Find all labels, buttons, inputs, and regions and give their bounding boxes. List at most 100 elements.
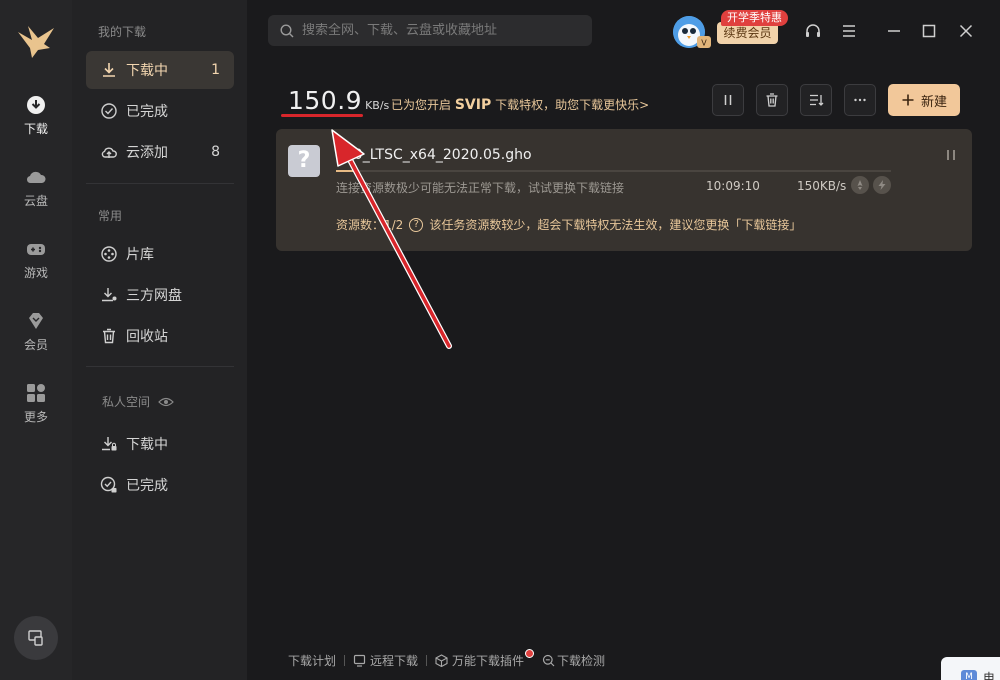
help-icon[interactable]: ? <box>409 217 424 232</box>
sidebar-item-private-completed[interactable]: 已完成 <box>86 466 234 504</box>
search-icon <box>280 23 294 37</box>
rail-item-download[interactable]: 下载 <box>0 94 72 150</box>
cloud-upload-icon <box>101 147 117 158</box>
corner-text: 电 <box>983 671 996 680</box>
gamepad-icon <box>27 244 45 255</box>
sort-button[interactable] <box>800 84 832 116</box>
private-download-icon <box>102 437 117 451</box>
rail-label: 游戏 <box>23 266 48 280</box>
grid-icon <box>27 384 45 402</box>
divider <box>426 655 428 666</box>
downloading-count: 1 <box>211 62 220 78</box>
universal-plugin-link[interactable]: 万能下载插件 <box>435 649 535 669</box>
sort-icon <box>810 94 824 106</box>
resource-count: 资源数：1/2 <box>336 218 404 232</box>
cloud-add-count: 8 <box>211 144 220 160</box>
accelerate-badge[interactable] <box>851 176 869 194</box>
sidebar-item-label: 已完成 <box>126 104 168 120</box>
section-title-private-label: 私人空间 <box>102 395 151 409</box>
sidebar-item-downloading[interactable]: 下载中 1 <box>86 51 234 89</box>
task-resource-info: 资源数：1/2 ? 该任务资源数较少，超会下载特权无法生效，建议您更换「下载链接… <box>336 216 801 233</box>
remote-download-link[interactable]: 远程下载 <box>353 652 418 669</box>
menu-icon[interactable] <box>840 22 858 40</box>
sidebar-item-library[interactable]: 片库 <box>86 235 234 273</box>
task-progress-bar <box>336 170 891 172</box>
download-plan-link[interactable]: 下载计划 <box>288 652 336 669</box>
close-icon[interactable] <box>957 22 975 40</box>
rail-label: 会员 <box>23 338 48 352</box>
pause-all-button[interactable] <box>712 84 744 116</box>
sidebar: 我的下载 下载中 1 已完成 云添加 8 常用 片库 三方网盘 回收站 私人空间… <box>72 0 248 680</box>
task-status-text: 连接资源数极少可能无法正常下载，试试更换下载链接 <box>336 181 625 195</box>
eye-icon[interactable] <box>158 396 174 408</box>
rail-item-cloud[interactable]: 云盘 <box>0 166 72 222</box>
device-switch-button[interactable] <box>14 616 58 660</box>
corner-app-icon: M <box>961 670 977 680</box>
section-title-common: 常用 <box>98 209 123 223</box>
disk-download-icon <box>102 288 117 302</box>
svip-msg-prefix: 已为您开启 <box>391 98 452 112</box>
rail-label: 云盘 <box>23 194 48 208</box>
universal-plugin-label: 万能下载插件 <box>452 654 525 668</box>
divider <box>344 655 346 666</box>
rail-label: 下载 <box>23 122 48 136</box>
sidebar-item-label: 下载中 <box>126 63 168 79</box>
task-file-name: n10_LTSC_x64_2020.05.gho <box>336 147 532 163</box>
trash-icon <box>103 328 115 344</box>
divider <box>86 366 234 367</box>
sidebar-item-label: 回收站 <box>126 329 168 345</box>
headset-icon[interactable] <box>804 22 822 40</box>
rocket-icon <box>857 180 863 190</box>
cloud-icon <box>26 171 46 184</box>
rail-item-more[interactable]: 更多 <box>0 382 72 438</box>
corner-notification[interactable]: M 电 <box>941 657 1000 680</box>
remote-icon <box>353 654 366 667</box>
trash-icon <box>766 93 778 107</box>
svip-msg-suffix: 下载特权，助您下载更快乐> <box>495 98 650 112</box>
sidebar-item-recycle-bin[interactable]: 回收站 <box>86 317 234 355</box>
speed-unit: KB/s <box>365 99 390 112</box>
sidebar-item-private-downloading[interactable]: 下载中 <box>86 425 234 463</box>
section-title-downloads: 我的下载 <box>98 25 147 39</box>
promo-tag: 开学季特惠 <box>721 10 788 26</box>
rail-item-games[interactable]: 游戏 <box>0 238 72 294</box>
footer-bar: 下载计划 远程下载 万能下载插件 下载检测 <box>288 649 605 669</box>
app-logo-icon <box>18 26 54 58</box>
task-pause-icon[interactable] <box>944 147 958 163</box>
ellipsis-icon <box>854 98 866 102</box>
download-check-link[interactable]: 下载检测 <box>542 652 605 669</box>
sidebar-item-label: 下载中 <box>126 437 168 453</box>
download-arrow-icon <box>103 63 115 77</box>
diamond-icon <box>29 313 43 329</box>
speed-value: 150.9 <box>288 86 363 115</box>
resource-hint-link[interactable]: 该任务资源数较少，超会下载特权无法生效，建议您更换「下载链接」 <box>429 216 801 233</box>
rail-item-vip[interactable]: 会员 <box>0 310 72 366</box>
task-card[interactable]: ? n10_LTSC_x64_2020.05.gho 连接资源数极少可能无法正常… <box>276 129 972 251</box>
new-task-button[interactable]: 新建 <box>888 84 960 116</box>
svg-text:V: V <box>701 39 707 48</box>
svip-message-link[interactable]: 已为您开启 SVIP 下载特权，助您下载更快乐> <box>391 96 649 113</box>
private-check-icon <box>100 476 117 493</box>
sidebar-item-third-party-disk[interactable]: 三方网盘 <box>86 276 234 314</box>
cube-icon <box>435 654 448 667</box>
notification-dot <box>525 649 535 658</box>
maximize-icon[interactable] <box>920 22 938 40</box>
divider <box>86 183 234 184</box>
task-remaining-time: 10:09:10 <box>706 179 760 193</box>
boost-badge[interactable] <box>873 176 891 194</box>
more-options-button[interactable] <box>844 84 876 116</box>
sidebar-item-label: 云添加 <box>126 145 168 161</box>
annotation-underline <box>281 114 363 117</box>
search-input[interactable] <box>302 23 582 38</box>
minimize-icon[interactable] <box>885 22 903 40</box>
sidebar-item-cloud-add[interactable]: 云添加 8 <box>86 133 234 171</box>
sidebar-item-label: 片库 <box>126 247 154 263</box>
sidebar-item-completed[interactable]: 已完成 <box>86 92 234 130</box>
search-box[interactable] <box>268 15 592 46</box>
download-check-label: 下载检测 <box>557 654 606 668</box>
sidebar-item-label: 三方网盘 <box>126 288 182 304</box>
delete-button[interactable] <box>756 84 788 116</box>
new-task-label: 新建 <box>920 94 947 110</box>
search-check-icon <box>542 654 555 667</box>
svip-label: SVIP <box>454 97 492 113</box>
